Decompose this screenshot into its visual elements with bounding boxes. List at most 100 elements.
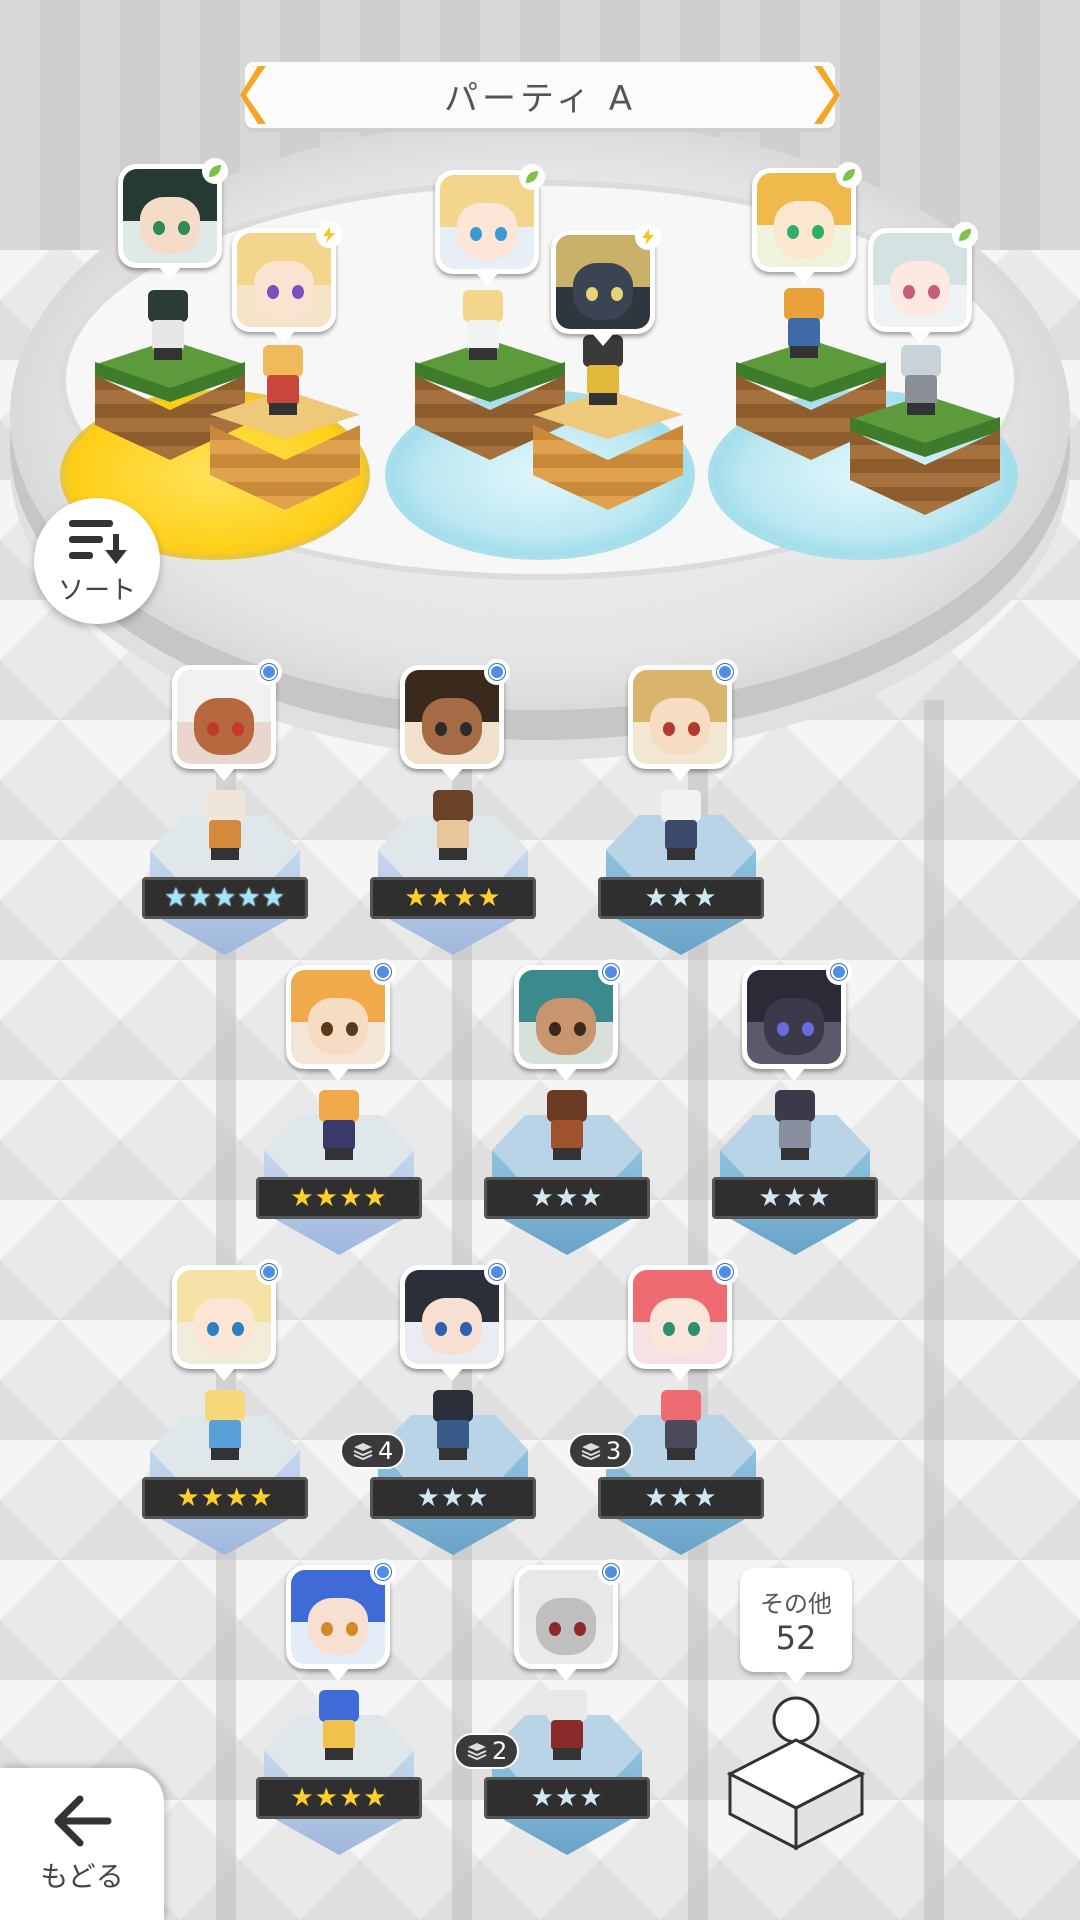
layers-icon bbox=[353, 1443, 373, 1461]
stack-count: 4 bbox=[378, 1437, 394, 1465]
rarity-stars: ★★★★★ bbox=[142, 877, 308, 919]
rarity-stars: ★★★ bbox=[598, 877, 764, 919]
unit-portrait[interactable] bbox=[286, 959, 396, 1081]
roster-unit[interactable]: ★★★ 4 bbox=[340, 1259, 536, 1565]
rarity-stars: ★★★ bbox=[598, 1477, 764, 1519]
unit-portrait[interactable] bbox=[752, 162, 862, 284]
leaf-icon bbox=[836, 162, 862, 188]
unit-sprite bbox=[425, 1390, 481, 1460]
unit-portrait[interactable] bbox=[172, 1259, 282, 1381]
unit-portrait[interactable] bbox=[118, 158, 228, 280]
roster-unit[interactable]: ★★★ 2 bbox=[454, 1559, 650, 1865]
rarity-stars: ★★★★ bbox=[370, 877, 536, 919]
new-indicator-icon bbox=[256, 659, 282, 685]
unit-sprite bbox=[425, 790, 481, 860]
arrow-left-icon bbox=[54, 1795, 112, 1847]
unit-sprite bbox=[140, 290, 196, 360]
unit-portrait[interactable] bbox=[514, 1559, 624, 1681]
unit-sprite bbox=[197, 1390, 253, 1460]
new-indicator-icon bbox=[370, 959, 396, 985]
unit-portrait[interactable] bbox=[400, 659, 510, 781]
new-indicator-icon bbox=[712, 1259, 738, 1285]
rarity-stars: ★★★★ bbox=[256, 1177, 422, 1219]
roster-unit[interactable]: ★★★★ bbox=[256, 1559, 422, 1865]
unit-portrait[interactable] bbox=[551, 224, 661, 346]
roster-unit[interactable]: ★★★★ bbox=[142, 1259, 308, 1565]
unit-portrait[interactable] bbox=[628, 659, 738, 781]
unit-sprite bbox=[197, 790, 253, 860]
rarity-stars: ★★★ bbox=[712, 1177, 878, 1219]
others-label: その他 bbox=[760, 1589, 832, 1618]
unit-sprite bbox=[653, 1390, 709, 1460]
back-button[interactable]: もどる bbox=[0, 1768, 164, 1920]
unit-portrait[interactable] bbox=[868, 222, 978, 344]
new-indicator-icon bbox=[484, 1259, 510, 1285]
stack-count: 2 bbox=[492, 1737, 508, 1765]
unit-portrait[interactable] bbox=[514, 959, 624, 1081]
sort-button[interactable]: ソート bbox=[34, 498, 160, 624]
sand-block bbox=[533, 390, 683, 510]
next-party-button[interactable] bbox=[807, 62, 843, 128]
unit-sprite bbox=[455, 290, 511, 360]
unit-sprite bbox=[767, 1090, 823, 1160]
game-scene: パーティ A ソート ★★★★★ ★★★★ ★★★ ★★★★ ★★★ ★★★ ★… bbox=[0, 0, 1080, 1920]
unit-sprite bbox=[893, 345, 949, 415]
rarity-stars: ★★★★ bbox=[142, 1477, 308, 1519]
roster-unit[interactable]: ★★★ bbox=[712, 959, 878, 1265]
new-indicator-icon bbox=[256, 1259, 282, 1285]
stack-count: 3 bbox=[606, 1437, 622, 1465]
roster-unit[interactable]: ★★★ bbox=[598, 659, 764, 965]
stack-count-badge: 3 bbox=[568, 1433, 634, 1469]
new-indicator-icon bbox=[712, 659, 738, 685]
rarity-stars: ★★★ bbox=[484, 1777, 650, 1819]
layers-icon bbox=[467, 1743, 487, 1761]
unit-portrait[interactable] bbox=[286, 1559, 396, 1681]
unit-sprite bbox=[653, 790, 709, 860]
others-pedestal[interactable] bbox=[722, 1690, 870, 1851]
unit-portrait[interactable] bbox=[400, 1259, 510, 1381]
unit-sprite bbox=[776, 288, 832, 358]
party-banner: パーティ A bbox=[240, 62, 840, 128]
leaf-icon bbox=[952, 222, 978, 248]
rarity-stars: ★★★ bbox=[484, 1177, 650, 1219]
unit-portrait[interactable] bbox=[435, 164, 545, 286]
new-indicator-icon bbox=[484, 659, 510, 685]
leaf-icon bbox=[202, 158, 228, 184]
stack-count-badge: 4 bbox=[340, 1433, 406, 1469]
unit-sprite bbox=[539, 1690, 595, 1760]
party-title: パーティ A bbox=[443, 78, 637, 119]
roster-unit[interactable]: ★★★★ bbox=[370, 659, 536, 965]
unit-sprite bbox=[255, 345, 311, 415]
new-indicator-icon bbox=[370, 1559, 396, 1585]
bolt-icon bbox=[316, 222, 342, 248]
unit-sprite bbox=[539, 1090, 595, 1160]
new-indicator-icon bbox=[826, 959, 852, 985]
unit-sprite bbox=[311, 1090, 367, 1160]
back-label: もどる bbox=[40, 1860, 124, 1893]
rarity-stars: ★★★ bbox=[370, 1477, 536, 1519]
rarity-stars: ★★★★ bbox=[256, 1777, 422, 1819]
unit-portrait[interactable] bbox=[742, 959, 852, 1081]
layers-icon bbox=[581, 1443, 601, 1461]
leaf-icon bbox=[519, 164, 545, 190]
stack-count-badge: 2 bbox=[454, 1733, 520, 1769]
unit-portrait[interactable] bbox=[172, 659, 282, 781]
sort-icon bbox=[69, 519, 127, 564]
party-slot-2[interactable] bbox=[385, 140, 705, 570]
new-indicator-icon bbox=[598, 959, 624, 985]
chevron-right-icon bbox=[814, 66, 840, 124]
unit-sprite bbox=[311, 1690, 367, 1760]
roster-unit[interactable]: ★★★ bbox=[484, 959, 650, 1265]
unit-portrait[interactable] bbox=[628, 1259, 738, 1381]
sort-label: ソート bbox=[57, 575, 136, 606]
roster-unit[interactable]: ★★★★★ bbox=[142, 659, 308, 965]
prev-party-button[interactable] bbox=[237, 62, 273, 128]
unit-portrait[interactable] bbox=[232, 222, 342, 344]
chevron-left-icon bbox=[240, 66, 266, 124]
others-bubble[interactable]: その他 52 bbox=[740, 1568, 852, 1684]
roster-unit[interactable]: ★★★ 3 bbox=[568, 1259, 764, 1565]
party-slot-3[interactable] bbox=[708, 140, 1028, 570]
new-indicator-icon bbox=[598, 1559, 624, 1585]
others-count: 52 bbox=[775, 1618, 817, 1657]
roster-unit[interactable]: ★★★★ bbox=[256, 959, 422, 1265]
